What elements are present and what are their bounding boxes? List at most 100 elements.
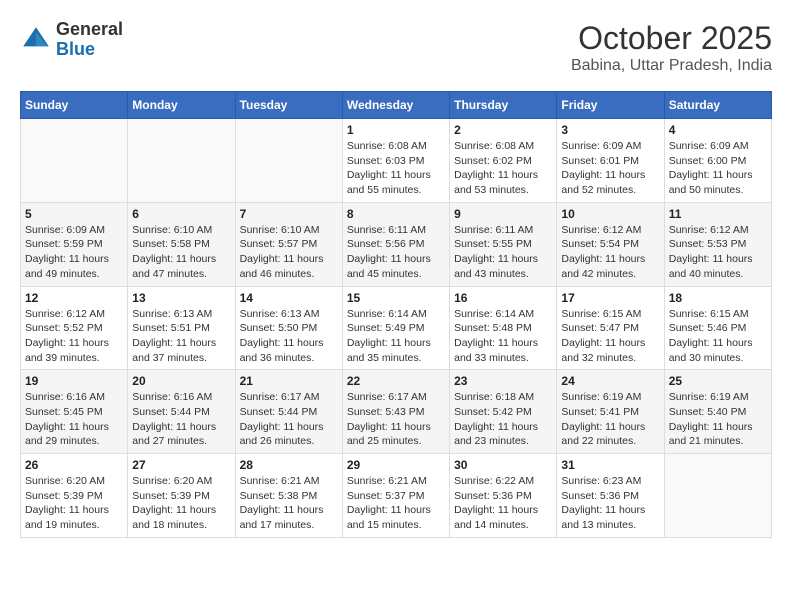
weekday-header: Thursday <box>450 92 557 119</box>
calendar-cell: 26 Sunrise: 6:20 AMSunset: 5:39 PMDayligh… <box>21 454 128 538</box>
day-info: Sunrise: 6:09 AMSunset: 6:00 PMDaylight:… <box>669 139 767 198</box>
day-info: Sunrise: 6:08 AMSunset: 6:03 PMDaylight:… <box>347 139 445 198</box>
day-info: Sunrise: 6:15 AMSunset: 5:47 PMDaylight:… <box>561 307 659 366</box>
calendar-cell: 29 Sunrise: 6:21 AMSunset: 5:37 PMDayligh… <box>342 454 449 538</box>
calendar-cell: 10 Sunrise: 6:12 AMSunset: 5:54 PMDayligh… <box>557 202 664 286</box>
logo-general-text: General <box>56 20 123 40</box>
day-info: Sunrise: 6:19 AMSunset: 5:40 PMDaylight:… <box>669 390 767 449</box>
calendar-cell: 13 Sunrise: 6:13 AMSunset: 5:51 PMDayligh… <box>128 286 235 370</box>
day-number: 22 <box>347 374 445 388</box>
day-number: 13 <box>132 291 230 305</box>
day-info: Sunrise: 6:11 AMSunset: 5:55 PMDaylight:… <box>454 223 552 282</box>
day-number: 15 <box>347 291 445 305</box>
day-info: Sunrise: 6:19 AMSunset: 5:41 PMDaylight:… <box>561 390 659 449</box>
logo-icon <box>20 24 52 56</box>
day-info: Sunrise: 6:23 AMSunset: 5:36 PMDaylight:… <box>561 474 659 533</box>
day-info: Sunrise: 6:10 AMSunset: 5:57 PMDaylight:… <box>240 223 338 282</box>
calendar-week-row: 26 Sunrise: 6:20 AMSunset: 5:39 PMDayligh… <box>21 454 772 538</box>
calendar-cell: 17 Sunrise: 6:15 AMSunset: 5:47 PMDayligh… <box>557 286 664 370</box>
day-info: Sunrise: 6:14 AMSunset: 5:48 PMDaylight:… <box>454 307 552 366</box>
day-info: Sunrise: 6:12 AMSunset: 5:54 PMDaylight:… <box>561 223 659 282</box>
calendar-cell: 4 Sunrise: 6:09 AMSunset: 6:00 PMDaylight… <box>664 119 771 203</box>
calendar-cell: 8 Sunrise: 6:11 AMSunset: 5:56 PMDaylight… <box>342 202 449 286</box>
calendar-cell: 12 Sunrise: 6:12 AMSunset: 5:52 PMDayligh… <box>21 286 128 370</box>
calendar-cell: 7 Sunrise: 6:10 AMSunset: 5:57 PMDaylight… <box>235 202 342 286</box>
title-block: October 2025 Babina, Uttar Pradesh, Indi… <box>571 20 772 75</box>
day-info: Sunrise: 6:12 AMSunset: 5:53 PMDaylight:… <box>669 223 767 282</box>
calendar-header-row: SundayMondayTuesdayWednesdayThursdayFrid… <box>21 92 772 119</box>
month-year: October 2025 <box>571 20 772 57</box>
day-info: Sunrise: 6:11 AMSunset: 5:56 PMDaylight:… <box>347 223 445 282</box>
logo-blue-text: Blue <box>56 40 123 60</box>
day-number: 14 <box>240 291 338 305</box>
calendar-cell: 9Sunrise: 6:11 AMSunset: 5:55 PMDaylight… <box>450 202 557 286</box>
day-number: 8 <box>347 207 445 221</box>
day-number: 10 <box>561 207 659 221</box>
day-number: 12 <box>25 291 123 305</box>
day-number: 18 <box>669 291 767 305</box>
calendar-cell: 28Sunrise: 6:21 AMSunset: 5:38 PMDayligh… <box>235 454 342 538</box>
day-info: Sunrise: 6:16 AMSunset: 5:45 PMDaylight:… <box>25 390 123 449</box>
day-info: Sunrise: 6:15 AMSunset: 5:46 PMDaylight:… <box>669 307 767 366</box>
day-number: 5 <box>25 207 123 221</box>
calendar-cell: 24 Sunrise: 6:19 AMSunset: 5:41 PMDayligh… <box>557 370 664 454</box>
calendar-cell: 5 Sunrise: 6:09 AMSunset: 5:59 PMDaylight… <box>21 202 128 286</box>
day-number: 7 <box>240 207 338 221</box>
calendar-cell <box>235 119 342 203</box>
calendar-cell: 20 Sunrise: 6:16 AMSunset: 5:44 PMDayligh… <box>128 370 235 454</box>
calendar-cell: 18 Sunrise: 6:15 AMSunset: 5:46 PMDayligh… <box>664 286 771 370</box>
day-info: Sunrise: 6:13 AMSunset: 5:50 PMDaylight:… <box>240 307 338 366</box>
day-number: 29 <box>347 458 445 472</box>
day-number: 4 <box>669 123 767 137</box>
day-number: 16 <box>454 291 552 305</box>
day-info: Sunrise: 6:09 AMSunset: 6:01 PMDaylight:… <box>561 139 659 198</box>
calendar-cell: 16 Sunrise: 6:14 AMSunset: 5:48 PMDayligh… <box>450 286 557 370</box>
calendar-week-row: 1Sunrise: 6:08 AMSunset: 6:03 PMDaylight… <box>21 119 772 203</box>
weekday-header: Friday <box>557 92 664 119</box>
day-number: 28 <box>240 458 338 472</box>
day-number: 6 <box>132 207 230 221</box>
calendar-cell: 22 Sunrise: 6:17 AMSunset: 5:43 PMDayligh… <box>342 370 449 454</box>
calendar-cell: 27 Sunrise: 6:20 AMSunset: 5:39 PMDayligh… <box>128 454 235 538</box>
day-info: Sunrise: 6:22 AMSunset: 5:36 PMDaylight:… <box>454 474 552 533</box>
day-number: 30 <box>454 458 552 472</box>
day-info: Sunrise: 6:10 AMSunset: 5:58 PMDaylight:… <box>132 223 230 282</box>
day-number: 27 <box>132 458 230 472</box>
day-number: 2 <box>454 123 552 137</box>
day-number: 20 <box>132 374 230 388</box>
day-info: Sunrise: 6:16 AMSunset: 5:44 PMDaylight:… <box>132 390 230 449</box>
day-info: Sunrise: 6:13 AMSunset: 5:51 PMDaylight:… <box>132 307 230 366</box>
day-info: Sunrise: 6:08 AMSunset: 6:02 PMDaylight:… <box>454 139 552 198</box>
calendar-table: SundayMondayTuesdayWednesdayThursdayFrid… <box>20 91 772 538</box>
calendar-cell: 14 Sunrise: 6:13 AMSunset: 5:50 PMDayligh… <box>235 286 342 370</box>
day-info: Sunrise: 6:17 AMSunset: 5:43 PMDaylight:… <box>347 390 445 449</box>
day-info: Sunrise: 6:14 AMSunset: 5:49 PMDaylight:… <box>347 307 445 366</box>
day-info: Sunrise: 6:17 AMSunset: 5:44 PMDaylight:… <box>240 390 338 449</box>
calendar-cell: 21Sunrise: 6:17 AMSunset: 5:44 PMDayligh… <box>235 370 342 454</box>
location: Babina, Uttar Pradesh, India <box>571 57 772 75</box>
day-number: 17 <box>561 291 659 305</box>
day-number: 25 <box>669 374 767 388</box>
day-info: Sunrise: 6:21 AMSunset: 5:37 PMDaylight:… <box>347 474 445 533</box>
day-info: Sunrise: 6:20 AMSunset: 5:39 PMDaylight:… <box>25 474 123 533</box>
calendar-cell: 25 Sunrise: 6:19 AMSunset: 5:40 PMDayligh… <box>664 370 771 454</box>
day-info: Sunrise: 6:18 AMSunset: 5:42 PMDaylight:… <box>454 390 552 449</box>
calendar-cell <box>128 119 235 203</box>
calendar-cell: 19Sunrise: 6:16 AMSunset: 5:45 PMDayligh… <box>21 370 128 454</box>
calendar-cell: 23 Sunrise: 6:18 AMSunset: 5:42 PMDayligh… <box>450 370 557 454</box>
calendar-cell: 2 Sunrise: 6:08 AMSunset: 6:02 PMDaylight… <box>450 119 557 203</box>
day-number: 24 <box>561 374 659 388</box>
day-number: 26 <box>25 458 123 472</box>
logo: General Blue <box>20 20 123 60</box>
calendar-cell: 3Sunrise: 6:09 AMSunset: 6:01 PMDaylight… <box>557 119 664 203</box>
weekday-header: Saturday <box>664 92 771 119</box>
day-info: Sunrise: 6:09 AMSunset: 5:59 PMDaylight:… <box>25 223 123 282</box>
day-info: Sunrise: 6:12 AMSunset: 5:52 PMDaylight:… <box>25 307 123 366</box>
day-number: 31 <box>561 458 659 472</box>
calendar-cell: 1Sunrise: 6:08 AMSunset: 6:03 PMDaylight… <box>342 119 449 203</box>
day-info: Sunrise: 6:20 AMSunset: 5:39 PMDaylight:… <box>132 474 230 533</box>
calendar-week-row: 5 Sunrise: 6:09 AMSunset: 5:59 PMDaylight… <box>21 202 772 286</box>
day-number: 23 <box>454 374 552 388</box>
weekday-header: Monday <box>128 92 235 119</box>
calendar-cell: 30 Sunrise: 6:22 AMSunset: 5:36 PMDayligh… <box>450 454 557 538</box>
